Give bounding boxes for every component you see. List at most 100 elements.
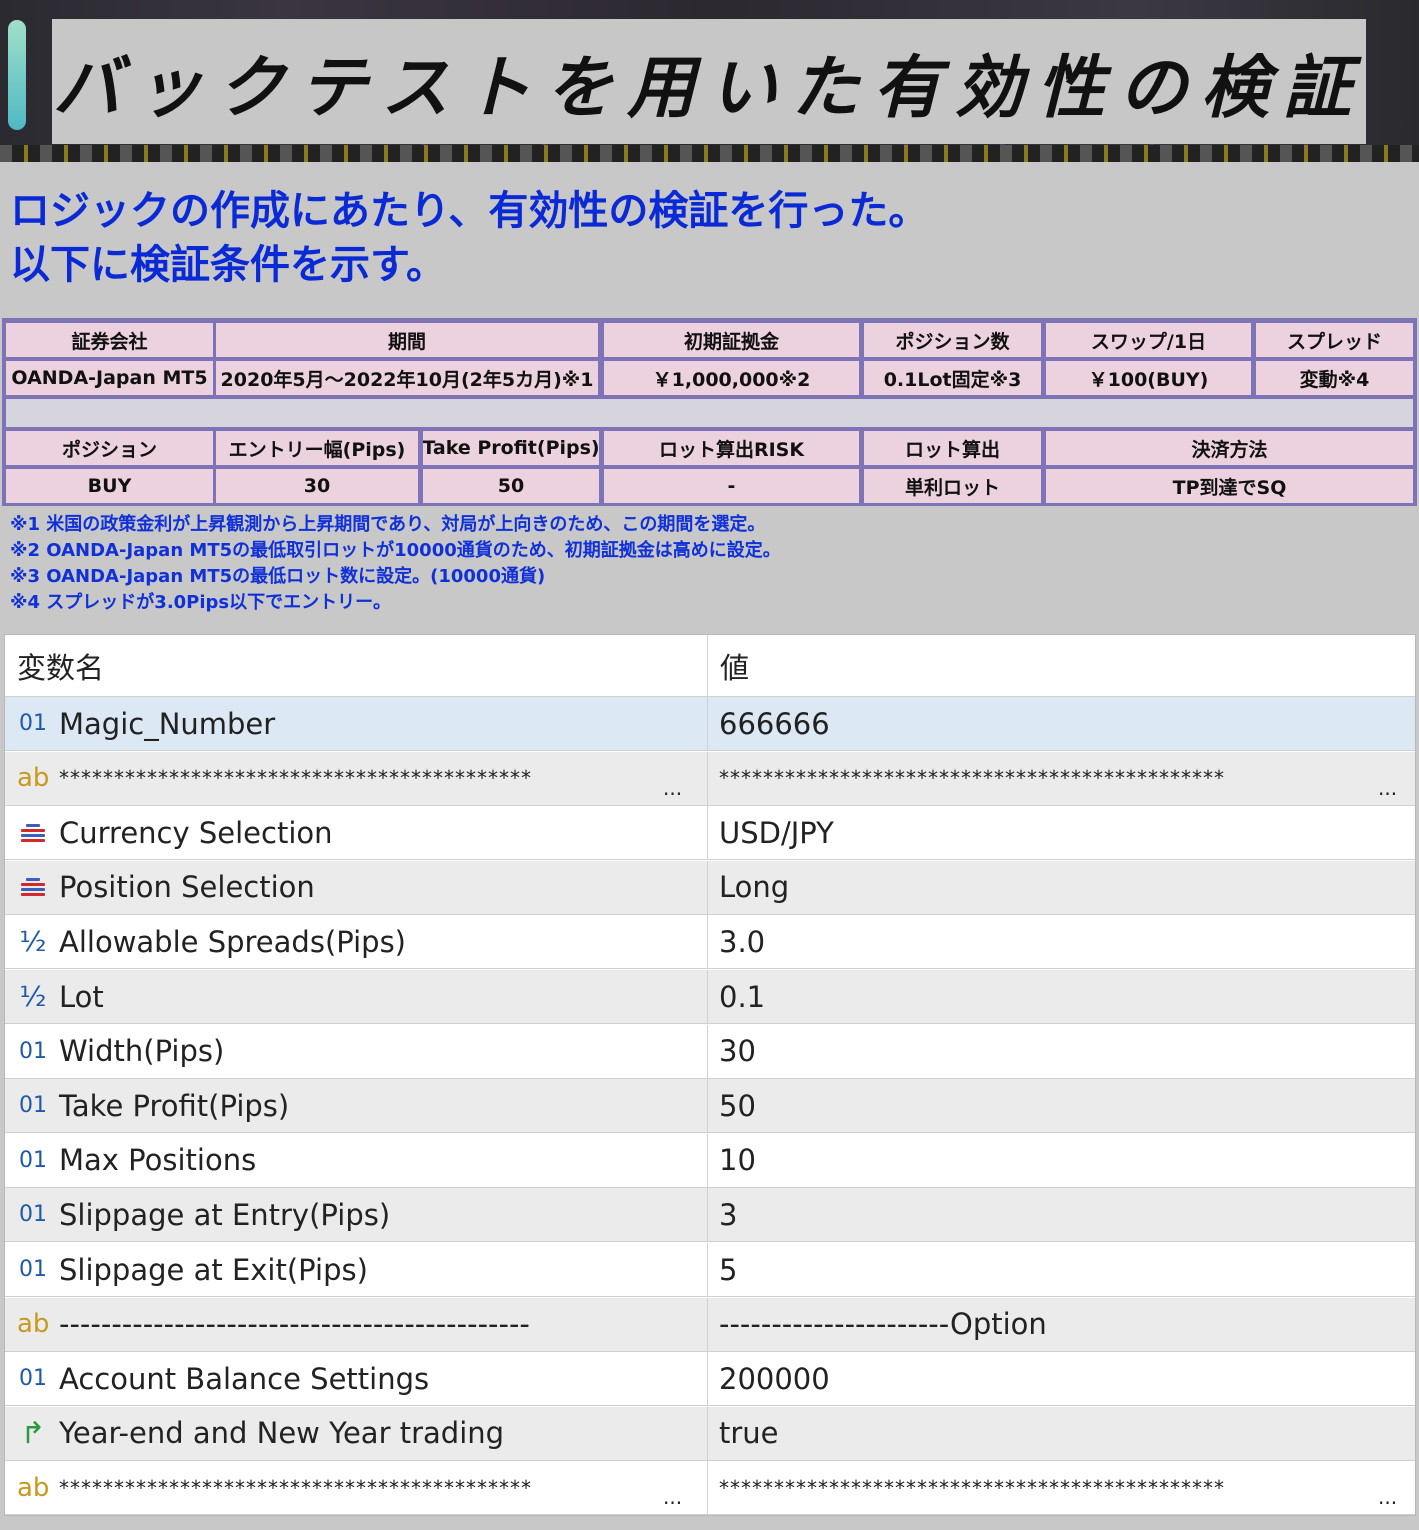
param-row[interactable]: ½ Lot 0.1 — [5, 970, 1415, 1024]
column-header-name[interactable]: 変数名 — [5, 635, 708, 697]
column-header-value[interactable]: 値 — [708, 635, 1408, 697]
param-name-cell[interactable]: ↱ Year-end and New Year trading — [5, 1406, 708, 1460]
param-name: ****************************************… — [59, 1475, 532, 1500]
param-name-cell[interactable]: 01 Magic_Number — [5, 697, 708, 750]
param-value-cell[interactable]: ****************************************… — [708, 752, 1408, 805]
param-name-cell[interactable]: 01 Max Positions — [5, 1133, 708, 1187]
param-value-cell[interactable]: USD/JPY — [708, 806, 1408, 859]
param-row[interactable]: ab --------------------------------------… — [5, 1297, 1415, 1352]
param-value-cell[interactable]: 200000 — [708, 1352, 1408, 1405]
note-line: ※1 米国の政策金利が上昇観測から上昇期間であり、対局が上向きのため、この期間を… — [10, 514, 766, 535]
param-value-cell[interactable]: 50 — [708, 1079, 1408, 1132]
param-name-cell[interactable]: 01 Take Profit(Pips) — [5, 1079, 708, 1133]
intro-text: ロジックの作成にあたり、有効性の検証を行った。 以下に検証条件を示す。 — [10, 184, 1410, 292]
param-value-cell[interactable]: 5 — [708, 1243, 1408, 1296]
param-name-cell[interactable]: ab **************************************… — [5, 751, 708, 805]
param-name-cell[interactable]: 01 Slippage at Entry(Pips) — [5, 1188, 708, 1242]
cond-header-3: ポジション数 — [864, 323, 1041, 357]
param-value: ----------------------Option — [719, 1307, 1047, 1342]
param-value: 200000 — [719, 1361, 830, 1396]
param-row[interactable]: 01 Magic_Number 666666 — [5, 697, 1415, 751]
cond-value-0: OANDA-Japan MT5 — [6, 361, 213, 395]
truncation-ellipsis: ... — [663, 775, 683, 800]
integer-type-icon: 01 — [19, 1093, 47, 1119]
notes: ※1 米国の政策金利が上昇観測から上昇期間であり、対局が上向きのため、この期間を… — [10, 512, 1410, 616]
param-name-cell[interactable]: 01 Width(Pips) — [5, 1024, 708, 1078]
param-name: Year-end and New Year trading — [59, 1416, 505, 1451]
param-row[interactable]: ½ Allowable Spreads(Pips) 3.0 — [5, 915, 1415, 970]
param-value-cell[interactable]: 3.0 — [708, 915, 1408, 968]
banner-decoration — [8, 20, 26, 130]
cond-header-2: 初期証拠金 — [604, 323, 859, 357]
cond-value-2: ￥1,000,000※2 — [604, 361, 859, 395]
cond-value-4: ￥100(BUY) — [1046, 361, 1251, 395]
param-row[interactable]: ab **************************************… — [5, 751, 1415, 806]
param-value-cell[interactable]: 666666 — [708, 697, 1408, 750]
param-row[interactable]: Currency Selection USD/JPY — [5, 806, 1415, 861]
param-name: Take Profit(Pips) — [59, 1088, 290, 1123]
param-value: USD/JPY — [719, 815, 834, 850]
param-name-cell[interactable]: ½ Allowable Spreads(Pips) — [5, 915, 708, 969]
note-line: ※4 スプレッドが3.0Pips以下でエントリー。 — [10, 592, 391, 613]
integer-type-icon: 01 — [19, 1257, 47, 1282]
param-value: ****************************************… — [719, 766, 1225, 791]
param-value: 3.0 — [719, 924, 766, 959]
param-name-cell[interactable]: ½ Lot — [5, 970, 708, 1023]
param-row[interactable]: Position Selection Long — [5, 860, 1415, 915]
param-name-cell[interactable]: ab **************************************… — [5, 1461, 708, 1515]
param-value-cell[interactable]: Long — [708, 861, 1408, 914]
string-type-icon: ab — [17, 1472, 50, 1503]
integer-type-icon: 01 — [19, 1038, 47, 1064]
cond-header-0: ポジション — [6, 431, 213, 465]
cond-value-3: 0.1Lot固定※3 — [864, 361, 1041, 395]
param-value-cell[interactable]: 10 — [708, 1134, 1408, 1187]
param-value-cell[interactable]: 30 — [708, 1025, 1408, 1078]
title-box: バックテストを用いた有効性の検証 — [52, 19, 1366, 144]
params-header-row: 変数名 値 — [5, 635, 1415, 697]
param-value-cell[interactable]: ****************************************… — [708, 1461, 1408, 1514]
param-name: Max Positions — [59, 1143, 257, 1178]
param-name: Allowable Spreads(Pips) — [59, 924, 406, 959]
bool-type-icon: ↱ — [20, 1415, 46, 1451]
param-name-cell[interactable]: 01 Account Balance Settings — [5, 1352, 708, 1406]
cond-header-3: ロット算出RISK — [604, 431, 859, 465]
param-row[interactable]: ↱ Year-end and New Year trading true — [5, 1406, 1415, 1461]
cond-header-4: ロット算出 — [864, 431, 1041, 465]
param-row[interactable]: 01 Slippage at Exit(Pips) 5 — [5, 1243, 1415, 1297]
intro-line: ロジックの作成にあたり、有効性の検証を行った。 — [10, 188, 929, 234]
param-row[interactable]: 01 Slippage at Entry(Pips) 3 — [5, 1188, 1415, 1243]
param-name: Account Balance Settings — [59, 1361, 430, 1396]
param-value-cell[interactable]: 3 — [708, 1188, 1408, 1241]
cond-header-1: エントリー幅(Pips) — [216, 431, 418, 465]
param-row[interactable]: 01 Max Positions 10 — [5, 1133, 1415, 1188]
cond-value-5: 変動※4 — [1256, 361, 1413, 395]
param-name: Slippage at Entry(Pips) — [59, 1197, 391, 1232]
param-value: 0.1 — [719, 979, 766, 1014]
integer-type-icon: 01 — [19, 1202, 47, 1228]
param-name-cell[interactable]: Currency Selection — [5, 806, 708, 860]
param-name: Position Selection — [59, 870, 315, 905]
param-name: Lot — [59, 979, 104, 1014]
param-value-cell[interactable]: true — [708, 1407, 1408, 1460]
param-row[interactable]: 01 Width(Pips) 30 — [5, 1024, 1415, 1079]
param-name-cell[interactable]: 01 Slippage at Exit(Pips) — [5, 1243, 708, 1296]
param-value-cell[interactable]: ----------------------Option — [708, 1298, 1408, 1351]
param-value-cell[interactable]: 0.1 — [708, 970, 1408, 1023]
param-value: 666666 — [719, 706, 830, 741]
cond-value-2: 50 — [423, 469, 599, 503]
param-value: 10 — [719, 1143, 756, 1178]
double-type-icon: ½ — [19, 980, 47, 1013]
integer-type-icon: 01 — [19, 1366, 47, 1392]
cond-value-4: 単利ロット — [864, 469, 1041, 503]
param-name: Slippage at Exit(Pips) — [59, 1252, 368, 1287]
note-line: ※3 OANDA-Japan MT5の最低ロット数に設定。(10000通貨) — [10, 566, 546, 587]
param-name-cell[interactable]: Position Selection — [5, 860, 708, 914]
param-row[interactable]: 01 Account Balance Settings 200000 — [5, 1352, 1415, 1407]
param-row[interactable]: ab **************************************… — [5, 1461, 1415, 1516]
intro-line: 以下に検証条件を示す。 — [10, 242, 446, 288]
truncation-ellipsis: ... — [1378, 1485, 1398, 1510]
param-value: 50 — [719, 1088, 756, 1123]
param-name-cell[interactable]: ab --------------------------------------… — [5, 1297, 708, 1351]
param-row[interactable]: 01 Take Profit(Pips) 50 — [5, 1079, 1415, 1134]
param-name: ****************************************… — [59, 766, 532, 791]
